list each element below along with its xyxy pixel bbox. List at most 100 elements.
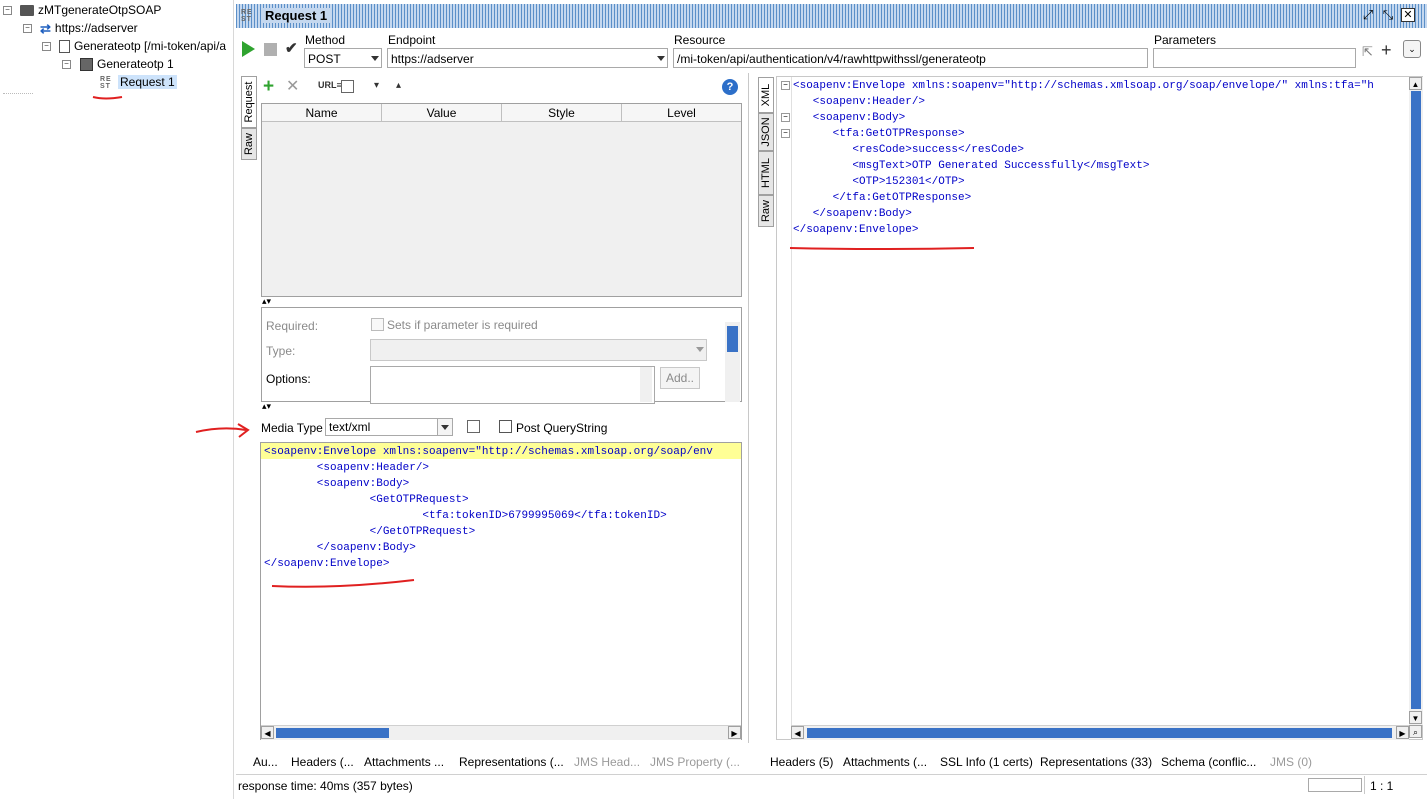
collapse-icon[interactable]: −	[3, 6, 12, 15]
request-bottom-tab[interactable]: Au...	[253, 755, 278, 769]
help-icon[interactable]: ?	[722, 79, 738, 95]
scroll-thumb[interactable]	[1411, 91, 1421, 709]
method-select[interactable]: POST	[304, 48, 382, 68]
dropdown-button[interactable]	[437, 419, 452, 435]
tree-item-project[interactable]: zMTgenerateOtpSOAP	[20, 1, 161, 19]
annotation-arrow	[195, 423, 250, 438]
response-bottom-tab[interactable]: JMS (0)	[1270, 755, 1312, 769]
type-select[interactable]	[370, 339, 707, 361]
tab-json[interactable]: JSON	[758, 113, 774, 151]
url-params-icon[interactable]: URL≡	[318, 80, 342, 90]
details-scrollbar[interactable]	[725, 322, 740, 402]
required-checkbox[interactable]	[371, 318, 384, 331]
collapse-icon[interactable]: −	[42, 42, 51, 51]
parameters-input[interactable]	[1153, 48, 1356, 68]
tree-item-method[interactable]: Generateotp 1	[80, 55, 174, 73]
scroll-left-icon[interactable]: ◀	[791, 726, 804, 739]
response-xml-line: <msgText>OTP Generated Successfully</msg…	[793, 160, 1150, 172]
scroll-thumb[interactable]	[807, 728, 1392, 738]
scroll-up-icon[interactable]: ▲	[1409, 77, 1422, 90]
scroll-thumb[interactable]	[727, 326, 738, 352]
zoom-icon[interactable]: ⌕	[1409, 725, 1422, 738]
expand-icon[interactable]	[341, 80, 354, 93]
expand-editor-icon[interactable]	[467, 420, 480, 433]
fold-icon[interactable]: −	[781, 81, 790, 90]
column-header-style[interactable]: Style	[502, 104, 622, 122]
response-bottom-tab[interactable]: Attachments (...	[843, 755, 927, 769]
undock-icon[interactable]: ⤢	[1361, 8, 1375, 22]
folder-icon	[20, 5, 34, 17]
tree-item-resource[interactable]: Generateotp [/mi-token/api/a	[59, 37, 226, 55]
stop-icon[interactable]	[264, 43, 277, 56]
collapse-icon[interactable]: −	[23, 24, 32, 33]
params-table: Name Value Style Level	[261, 103, 742, 297]
tab-raw[interactable]: Raw	[758, 195, 774, 227]
request-window-titlebar: RE ST Request 1 ⤢ ⤡ ✕	[236, 4, 1427, 28]
tab-raw[interactable]: Raw	[241, 128, 257, 160]
add-option-button[interactable]: Add..	[660, 367, 700, 389]
cursor-position: 1 : 1	[1370, 779, 1394, 793]
request-bottom-tab[interactable]: JMS Head...	[574, 755, 640, 769]
chevron-down-icon[interactable]: ⌄	[1403, 40, 1421, 58]
rest-request-icon: RE ST	[100, 75, 112, 90]
response-hscrollbar[interactable]: ◀ ▶	[791, 725, 1409, 740]
copy-params-icon[interactable]: ⇱	[1362, 44, 1373, 60]
tab-request[interactable]: Request	[241, 76, 257, 128]
splitter[interactable]	[233, 0, 234, 799]
response-bottom-tab[interactable]: SSL Info (1 certs)	[940, 755, 1033, 769]
scroll-right-icon[interactable]: ▶	[1396, 726, 1409, 739]
request-hscrollbar[interactable]: ◀ ▶	[261, 725, 741, 740]
post-querystring-label: Post QueryString	[516, 421, 608, 435]
resource-input[interactable]: /mi-token/api/authentication/v4/rawhttpw…	[673, 48, 1148, 68]
tab-html[interactable]: HTML	[758, 151, 774, 195]
splitter-arrows-icon[interactable]: ▴▾	[262, 296, 271, 307]
media-type-select[interactable]: text/xml	[325, 418, 453, 436]
response-bottom-tab[interactable]: Schema (conflic...	[1161, 755, 1256, 769]
tree-item-request[interactable]: RE ST Request 1	[100, 73, 177, 91]
rest-service-icon: ⇄	[40, 20, 51, 36]
response-xml-line: <resCode>success</resCode>	[793, 144, 1025, 156]
response-xml-line: <OTP>152301</OTP>	[793, 176, 965, 188]
move-down-icon[interactable]: ▾	[374, 80, 379, 91]
tree-item-service[interactable]: ⇄ https://adserver	[40, 19, 138, 37]
status-separator	[1364, 776, 1365, 794]
request-xml-line: </soapenv:Body>	[264, 542, 416, 554]
add-param-icon[interactable]: +	[263, 77, 274, 96]
request-xml-line: <GetOTPRequest>	[264, 494, 469, 506]
column-header-value[interactable]: Value	[382, 104, 502, 122]
request-bottom-tab[interactable]: Representations (...	[459, 755, 564, 769]
params-table-body[interactable]	[262, 122, 741, 296]
column-header-name[interactable]: Name	[262, 104, 382, 122]
tree-connector	[3, 93, 33, 95]
tab-xml[interactable]: XML	[758, 77, 774, 113]
scroll-right-icon[interactable]: ▶	[728, 726, 741, 739]
endpoint-select[interactable]: https://adserver	[387, 48, 668, 68]
maximize-icon[interactable]: ⤡	[1381, 8, 1395, 22]
panel-splitter[interactable]	[748, 73, 749, 743]
collapse-icon[interactable]: −	[62, 60, 71, 69]
request-bottom-tab[interactable]: Headers (...	[291, 755, 354, 769]
fold-icon[interactable]: −	[781, 129, 790, 138]
options-textarea[interactable]	[370, 366, 655, 404]
response-xml-viewer[interactable]: − − − <soapenv:Envelope xmlns:soapenv="h…	[776, 76, 1423, 740]
add-icon[interactable]: +	[1381, 40, 1392, 61]
fold-icon[interactable]: −	[781, 113, 790, 122]
splitter-arrows-icon[interactable]: ▴▾	[262, 401, 271, 412]
column-header-level[interactable]: Level	[622, 104, 741, 122]
post-querystring-checkbox[interactable]	[499, 420, 512, 433]
options-scrollbar[interactable]	[640, 367, 652, 402]
scroll-down-icon[interactable]: ▼	[1409, 711, 1422, 724]
response-bottom-tab[interactable]: Headers (5)	[770, 755, 833, 769]
close-icon[interactable]: ✕	[1401, 8, 1415, 22]
validate-icon[interactable]: ✔	[285, 39, 298, 57]
response-bottom-tab[interactable]: Representations (33)	[1040, 755, 1152, 769]
request-bottom-tab[interactable]: JMS Property (...	[650, 755, 740, 769]
response-vscrollbar[interactable]: ▲ ▼	[1409, 77, 1423, 725]
chevron-down-icon	[441, 425, 449, 430]
run-icon[interactable]	[242, 41, 255, 57]
delete-param-icon[interactable]: ✕	[286, 78, 299, 96]
move-up-icon[interactable]: ▴	[396, 80, 401, 91]
scroll-thumb[interactable]	[276, 728, 389, 738]
scroll-left-icon[interactable]: ◀	[261, 726, 274, 739]
request-bottom-tab[interactable]: Attachments ...	[364, 755, 444, 769]
